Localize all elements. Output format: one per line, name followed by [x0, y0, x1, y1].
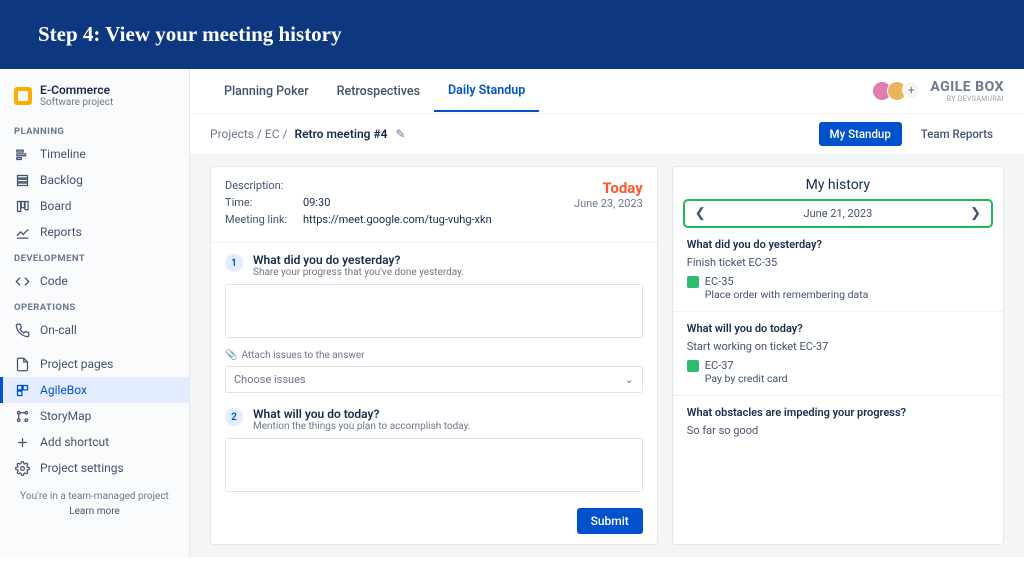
section-planning: PLANNING [0, 118, 189, 141]
crumb-projects[interactable]: Projects [210, 127, 254, 141]
backlog-icon [14, 172, 30, 188]
topbar: Planning Poker Retrospectives Daily Stan… [190, 69, 1024, 113]
project-header[interactable]: E-Commerce Software project [0, 77, 189, 118]
prev-day-button[interactable]: ❮ [695, 206, 706, 221]
standup-card: Description: Time:09:30 Meeting link:htt… [210, 166, 658, 545]
sidebar: E-Commerce Software project PLANNING Tim… [0, 69, 190, 557]
brand-area: + AGILE BOX BY DEVSAMURAI [877, 79, 1004, 103]
oncall-icon [14, 322, 30, 338]
add-avatar-icon[interactable]: + [902, 81, 920, 99]
timeline-icon [14, 146, 30, 162]
next-day-button[interactable]: ❯ [970, 206, 981, 221]
today-date: June 23, 2023 [574, 197, 643, 210]
nav-oncall[interactable]: On-call [0, 317, 189, 343]
questions: 1 What did you do yesterday? Share your … [211, 243, 657, 502]
nav-board[interactable]: Board [0, 193, 189, 219]
q2-badge: 2 [225, 408, 243, 426]
crumb-ec[interactable]: EC [265, 127, 280, 141]
submit-button[interactable]: Submit [577, 508, 643, 534]
project-subtitle: Software project [40, 97, 113, 108]
history-title: My history [673, 167, 1003, 199]
question-1: 1 What did you do yesterday? Share your … [225, 253, 643, 393]
project-icon [14, 87, 32, 105]
ticket-icon [687, 360, 699, 372]
nav-pages[interactable]: Project pages [0, 351, 189, 377]
content: Description: Time:09:30 Meeting link:htt… [190, 154, 1024, 557]
board-icon [14, 198, 30, 214]
history-date: June 21, 2023 [804, 207, 873, 220]
history-body: What did you do yesterday? Finish ticket… [673, 238, 1003, 443]
nav-shortcut[interactable]: Add shortcut [0, 429, 189, 455]
breadcrumb: Projects / EC / Retro meeting #4 ✎ My St… [190, 113, 1024, 154]
q1-textarea[interactable] [225, 284, 643, 338]
section-development: DEVELOPMENT [0, 245, 189, 268]
history-date-nav: ❮ June 21, 2023 ❯ [683, 199, 993, 228]
ticket-icon [687, 276, 699, 288]
pages-icon [14, 356, 30, 372]
reports-icon [14, 224, 30, 240]
sidebar-footer: You're in a team-managed project Learn m… [0, 481, 189, 527]
learn-more-link[interactable]: Learn more [8, 506, 181, 517]
brand-logo: AGILE BOX BY DEVSAMURAI [930, 79, 1004, 103]
ticket-ref[interactable]: EC-37Pay by credit card [687, 359, 989, 385]
page-title: Retro meeting #4 [294, 127, 387, 141]
tab-standup[interactable]: Daily Standup [434, 71, 539, 112]
step-banner: Step 4: View your meeting history [0, 0, 1024, 69]
agilebox-icon [14, 382, 30, 398]
nav-backlog[interactable]: Backlog [0, 167, 189, 193]
app-shell: E-Commerce Software project PLANNING Tim… [0, 69, 1024, 557]
attach-label: 📎Attach issues to the answer [225, 350, 643, 361]
team-reports-button[interactable]: Team Reports [910, 122, 1004, 146]
gear-icon [14, 460, 30, 476]
avatar-group[interactable]: + [877, 81, 920, 101]
q1-badge: 1 [225, 254, 243, 272]
q2-textarea[interactable] [225, 438, 643, 492]
my-standup-button[interactable]: My Standup [819, 122, 902, 146]
nav-code[interactable]: Code [0, 268, 189, 294]
question-2: 2 What will you do today? Mention the th… [225, 407, 643, 502]
main: Planning Poker Retrospectives Daily Stan… [190, 69, 1024, 557]
storymap-icon [14, 408, 30, 424]
nav-reports[interactable]: Reports [0, 219, 189, 245]
plus-icon [14, 434, 30, 450]
nav-settings[interactable]: Project settings [0, 455, 189, 481]
q1-issue-select[interactable]: Choose issues⌄ [225, 366, 643, 393]
attach-icon: 📎 [225, 350, 237, 361]
project-name: E-Commerce [40, 83, 113, 97]
chevron-down-icon: ⌄ [625, 373, 634, 386]
today-label: Today [574, 179, 643, 197]
meeting-meta: Description: Time:09:30 Meeting link:htt… [211, 167, 657, 243]
tab-retro[interactable]: Retrospectives [323, 72, 434, 111]
history-card: My history ❮ June 21, 2023 ❯ What did yo… [672, 166, 1004, 545]
nav-timeline[interactable]: Timeline [0, 141, 189, 167]
edit-icon[interactable]: ✎ [396, 127, 406, 141]
tab-poker[interactable]: Planning Poker [210, 72, 323, 111]
nav-agilebox[interactable]: AgileBox [0, 377, 189, 403]
code-icon [14, 273, 30, 289]
nav-storymap[interactable]: StoryMap [0, 403, 189, 429]
ticket-ref[interactable]: EC-35Place order with remembering data [687, 275, 989, 301]
section-operations: OPERATIONS [0, 294, 189, 317]
